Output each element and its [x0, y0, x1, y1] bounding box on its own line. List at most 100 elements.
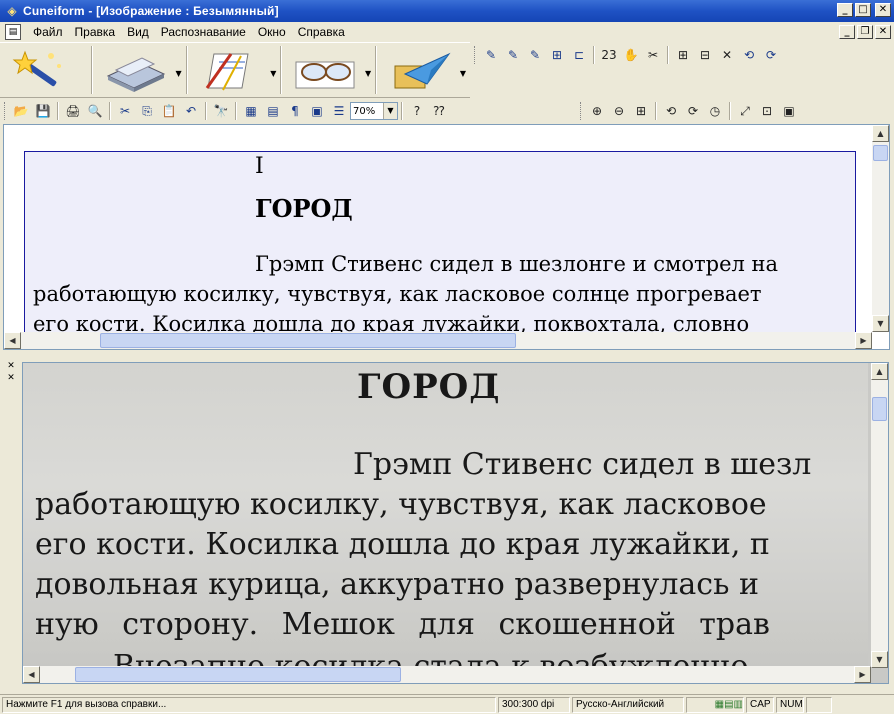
order-block-icon[interactable]: ⊏ — [568, 45, 590, 65]
scroll-thumb[interactable] — [75, 667, 401, 682]
scroll-up-icon[interactable]: ▲ — [871, 363, 888, 380]
status-cap: CAP — [746, 696, 774, 713]
minimize-button[interactable]: _ — [837, 3, 853, 17]
export-button[interactable]: ▼ — [385, 45, 466, 95]
scroll-thumb[interactable] — [873, 145, 888, 161]
recognized-text-pane[interactable]: I ГОРОД Грэмп Стивенс сидел в шезлонге и… — [3, 124, 890, 350]
rotate-right-icon[interactable]: ⟳ — [682, 101, 704, 121]
menu-recognition[interactable]: Распознавание — [155, 25, 252, 39]
frame-icon[interactable]: ▣ — [306, 101, 328, 121]
delete-block-icon[interactable]: ✕ — [716, 45, 738, 65]
scroll-down-icon[interactable]: ▼ — [871, 651, 888, 668]
toolbar-separator — [185, 46, 188, 94]
magic-wand-button[interactable] — [6, 45, 77, 95]
fullscreen-icon[interactable]: ⊡ — [756, 101, 778, 121]
doc-minimize-button[interactable]: _ — [839, 25, 855, 39]
toolbar-grip[interactable] — [474, 46, 477, 64]
edit-text-block-icon[interactable]: ✎ — [480, 45, 502, 65]
image-vertical-scrollbar[interactable]: ▲ ▼ — [871, 363, 888, 668]
edit-table-block-icon[interactable]: ✎ — [502, 45, 524, 65]
find-binoculars-icon[interactable]: 🔭 — [210, 101, 232, 121]
maximize-button[interactable]: □ — [855, 3, 871, 17]
scroll-left-icon[interactable]: ◀ — [23, 666, 40, 683]
cut-icon[interactable]: ✂ — [114, 101, 136, 121]
table-insert-icon[interactable]: ⊞ — [672, 45, 694, 65]
scroll-left-icon[interactable]: ◀ — [4, 332, 21, 349]
add-block-icon[interactable]: ⊞ — [546, 45, 568, 65]
toolbar-separator — [655, 102, 657, 120]
scroll-right-icon[interactable]: ▶ — [855, 332, 872, 349]
print-icon[interactable]: 🖨 — [62, 101, 84, 121]
menu-edit[interactable]: Правка — [69, 25, 122, 39]
rotate-180-icon[interactable]: ◷ — [704, 101, 726, 121]
help-icon[interactable]: ? — [406, 101, 428, 121]
scroll-thumb[interactable] — [100, 333, 516, 348]
zoom-select[interactable]: 70% ▼ — [350, 102, 398, 120]
scan-text-line: ную сторону. Мешок для скошенной трав — [35, 607, 770, 642]
scan-button[interactable]: ▼ — [101, 45, 182, 95]
scroll-thumb[interactable] — [872, 397, 887, 421]
window-mode-icon[interactable]: ▣ — [778, 101, 800, 121]
toolbar-grip[interactable] — [4, 102, 7, 120]
zoom-fit-icon[interactable]: ⊞ — [630, 101, 652, 121]
chevron-down-icon[interactable]: ▼ — [460, 69, 466, 78]
scroll-right-icon[interactable]: ▶ — [854, 666, 871, 683]
doc-restore-button[interactable]: ❐ — [857, 25, 873, 39]
text-horizontal-scrollbar[interactable]: ◀ ▶ — [4, 332, 872, 349]
toolbar-grip[interactable] — [580, 102, 583, 120]
menu-help[interactable]: Справка — [292, 25, 351, 39]
edit-picture-block-icon[interactable]: ✎ — [524, 45, 546, 65]
text-vertical-scrollbar[interactable]: ▲ ▼ — [872, 125, 889, 332]
close-icon[interactable]: ✕ — [4, 360, 18, 372]
document-icon[interactable]: ▤ — [5, 24, 21, 40]
undo-layout-icon[interactable]: ⟲ — [738, 45, 760, 65]
status-bar: Нажмите F1 для вызова справки... 300:300… — [0, 694, 894, 714]
menu-file[interactable]: Файл — [27, 25, 69, 39]
window-controls: _ □ ✕ — [837, 3, 891, 17]
paragraph-mark-icon[interactable]: ¶ — [284, 101, 306, 121]
doc-close-button[interactable]: ✕ — [875, 25, 891, 39]
chevron-down-icon[interactable]: ▼ — [270, 69, 276, 78]
undo-icon[interactable]: ↶ — [180, 101, 202, 121]
redo-layout-icon[interactable]: ⟳ — [760, 45, 782, 65]
columns-icon[interactable]: ▤ — [262, 101, 284, 121]
scan-text-line: работающую косилку, чувствуя, как ласков… — [35, 487, 767, 522]
fit-page-icon[interactable]: ⤢ — [734, 101, 756, 121]
scroll-down-icon[interactable]: ▼ — [872, 315, 889, 332]
scroll-up-icon[interactable]: ▲ — [872, 125, 889, 142]
layout-button[interactable]: ▼ — [196, 45, 276, 95]
menu-window[interactable]: Окно — [252, 25, 292, 39]
recognized-text-page[interactable]: I ГОРОД Грэмп Стивенс сидел в шезлонге и… — [24, 151, 856, 341]
close-button[interactable]: ✕ — [875, 3, 891, 17]
cut-block-icon[interactable]: ✂ — [642, 45, 664, 65]
copy-icon[interactable]: ⎘ — [136, 101, 158, 121]
print-preview-icon[interactable]: 🔍 — [84, 101, 106, 121]
paste-icon[interactable]: 📋 — [158, 101, 180, 121]
save-icon[interactable]: 💾 — [32, 101, 54, 121]
chevron-down-icon[interactable]: ▼ — [365, 69, 371, 78]
table-icon[interactable]: ▦ — [240, 101, 262, 121]
recognize-button[interactable]: ▼ — [290, 45, 371, 95]
chevron-down-icon[interactable]: ▼ — [383, 103, 397, 119]
zoom-out-icon[interactable]: ⊖ — [608, 101, 630, 121]
chevron-down-icon[interactable]: ▼ — [175, 69, 181, 78]
title-bar[interactable]: ◈ Cuneiform - [Изображение : Безымянный]… — [0, 0, 894, 22]
pane-splitter[interactable] — [0, 352, 894, 360]
toolbar-separator — [90, 46, 93, 94]
scanned-image-pane[interactable]: ГОРОД Грэмп Стивенс сидел в шезл работаю… — [22, 362, 889, 684]
hand-tool-icon[interactable]: ✋ — [620, 45, 642, 65]
zoom-in-icon[interactable]: ⊕ — [586, 101, 608, 121]
image-pane-side-tools: ✕ ✕ — [4, 360, 20, 384]
close-icon[interactable]: ✕ — [4, 372, 18, 384]
table-split-icon[interactable]: ⊟ — [694, 45, 716, 65]
align-lines-icon[interactable]: ☰ — [328, 101, 350, 121]
rotate-left-icon[interactable]: ⟲ — [660, 101, 682, 121]
image-horizontal-scrollbar[interactable]: ◀ ▶ — [23, 666, 871, 683]
context-help-icon[interactable]: ⁇ — [428, 101, 450, 121]
toolbar-separator — [235, 102, 237, 120]
open-folder-icon[interactable]: 📂 — [10, 101, 32, 121]
scanned-image[interactable]: ГОРОД Грэмп Стивенс сидел в шезл работаю… — [23, 363, 868, 667]
block-order-numbers-icon[interactable]: 23 — [598, 45, 620, 65]
cuneiform-app-icon[interactable]: ◈ — [4, 3, 20, 19]
menu-view[interactable]: Вид — [121, 25, 155, 39]
